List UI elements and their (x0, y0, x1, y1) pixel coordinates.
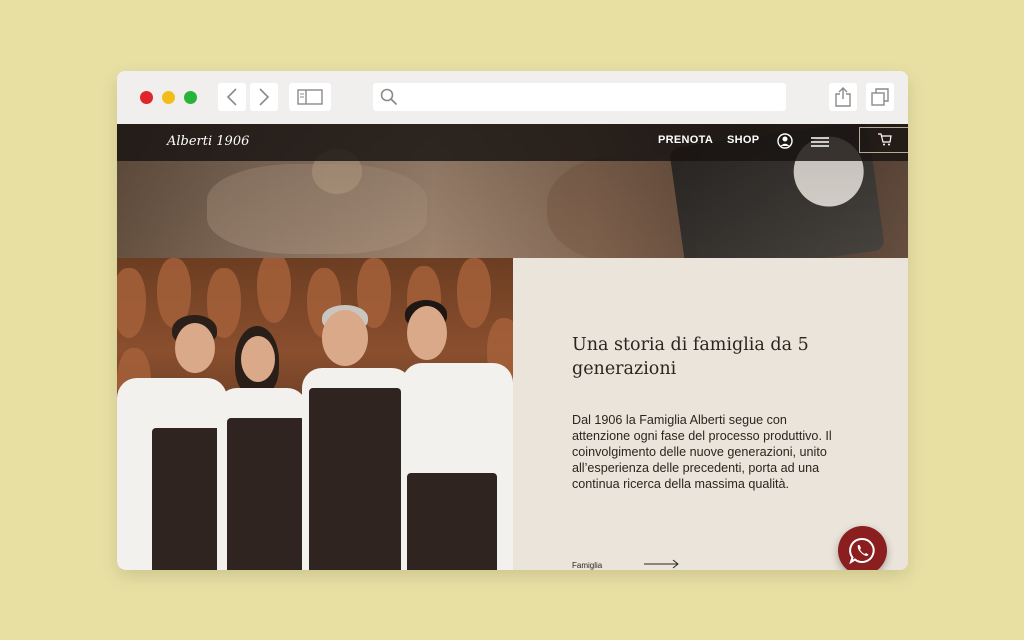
back-button[interactable] (218, 83, 246, 111)
arrow-right-icon[interactable] (644, 559, 680, 569)
forward-button[interactable] (250, 83, 278, 111)
site-navbar: Alberti 1906 PRENOTA SHOP (117, 124, 908, 161)
sidebar-icon (297, 89, 323, 105)
whatsapp-button[interactable] (838, 526, 887, 570)
share-button[interactable] (829, 83, 857, 111)
hamburger-icon[interactable] (811, 136, 829, 148)
tabs-button[interactable] (866, 83, 894, 111)
browser-toolbar (117, 71, 908, 125)
section-body: Dal 1906 la Famiglia Alberti segue con a… (572, 413, 832, 491)
close-window-button[interactable] (140, 91, 153, 104)
nav-link-shop[interactable]: SHOP (727, 134, 759, 146)
famiglia-link[interactable]: Famiglia (572, 561, 602, 570)
website: Alberti 1906 PRENOTA SHOP Una storia di … (117, 124, 908, 570)
family-photo (117, 258, 513, 570)
search-icon (380, 88, 398, 106)
browser-window: Alberti 1906 PRENOTA SHOP Una storia di … (117, 71, 908, 570)
chevron-left-icon (226, 88, 237, 106)
nav-link-prenota[interactable]: PRENOTA (658, 134, 713, 146)
address-bar[interactable] (373, 83, 786, 111)
user-icon[interactable] (777, 133, 793, 149)
cart-icon (878, 133, 892, 146)
site-logo[interactable]: Alberti 1906 (167, 134, 249, 149)
chevron-right-icon (259, 88, 270, 106)
whatsapp-icon (849, 537, 875, 564)
story-section: Una storia di famiglia da 5 generazioni … (513, 258, 908, 570)
share-icon (835, 87, 851, 107)
section-heading: Una storia di famiglia da 5 generazioni (572, 335, 809, 379)
sidebar-toggle-button[interactable] (289, 83, 331, 111)
tabs-icon (871, 88, 889, 106)
minimize-window-button[interactable] (162, 91, 175, 104)
cart-button[interactable] (859, 127, 908, 153)
zoom-window-button[interactable] (184, 91, 197, 104)
